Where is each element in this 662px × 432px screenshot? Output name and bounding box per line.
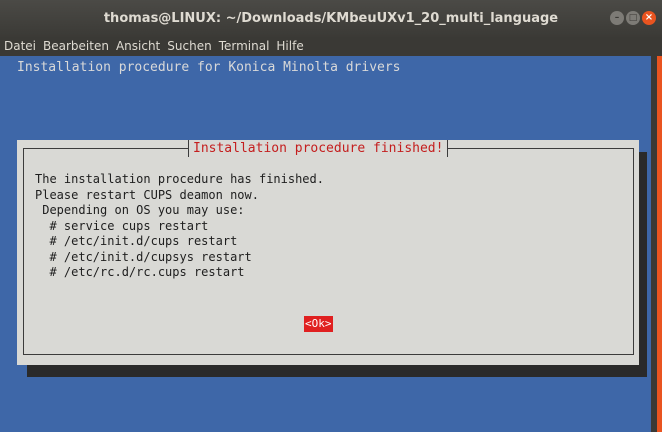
scrollbar-track bbox=[651, 56, 657, 432]
window-title: thomas@LINUX: ~/Downloads/KMbeuUXv1_20_m… bbox=[103, 11, 559, 26]
window-titlebar[interactable]: thomas@LINUX: ~/Downloads/KMbeuUXv1_20_m… bbox=[0, 0, 662, 37]
window-controls: – □ × bbox=[610, 11, 656, 25]
close-button[interactable]: × bbox=[642, 11, 656, 25]
terminal-scrollbar[interactable] bbox=[651, 56, 662, 432]
menubar: Datei Bearbeiten Ansicht Suchen Terminal Hilf… bbox=[0, 37, 662, 56]
menu-bearbeiten[interactable]: Bearbeiten bbox=[43, 39, 109, 53]
ok-button[interactable]: <Ok> bbox=[304, 316, 333, 332]
menu-suchen[interactable]: Suchen bbox=[167, 39, 211, 53]
menu-datei[interactable]: Datei bbox=[4, 39, 36, 53]
message-line: Please restart CUPS deamon now. bbox=[35, 187, 259, 202]
minimize-button[interactable]: – bbox=[610, 11, 624, 25]
backtitle: Installation procedure for Konica Minolt… bbox=[17, 60, 401, 75]
dialog-message: The installation procedure has finished.… bbox=[35, 172, 324, 281]
menu-terminal[interactable]: Terminal bbox=[219, 39, 270, 53]
message-line: # /etc/init.d/cupsys restart bbox=[35, 249, 252, 264]
menu-ansicht[interactable]: Ansicht bbox=[116, 39, 160, 53]
message-dialog: Installation procedure finished! The ins… bbox=[17, 140, 639, 365]
message-line: Depending on OS you may use: bbox=[35, 203, 245, 217]
menu-hilfe[interactable]: Hilfe bbox=[276, 39, 303, 53]
message-line: # /etc/init.d/cups restart bbox=[35, 234, 238, 248]
maximize-button[interactable]: □ bbox=[626, 11, 640, 25]
message-line: # service cups restart bbox=[35, 218, 209, 233]
dialog-title: Installation procedure finished! bbox=[188, 140, 449, 157]
message-line: # /etc/rc.d/rc.cups restart bbox=[35, 265, 245, 279]
message-line: The installation procedure has finished. bbox=[35, 172, 324, 186]
